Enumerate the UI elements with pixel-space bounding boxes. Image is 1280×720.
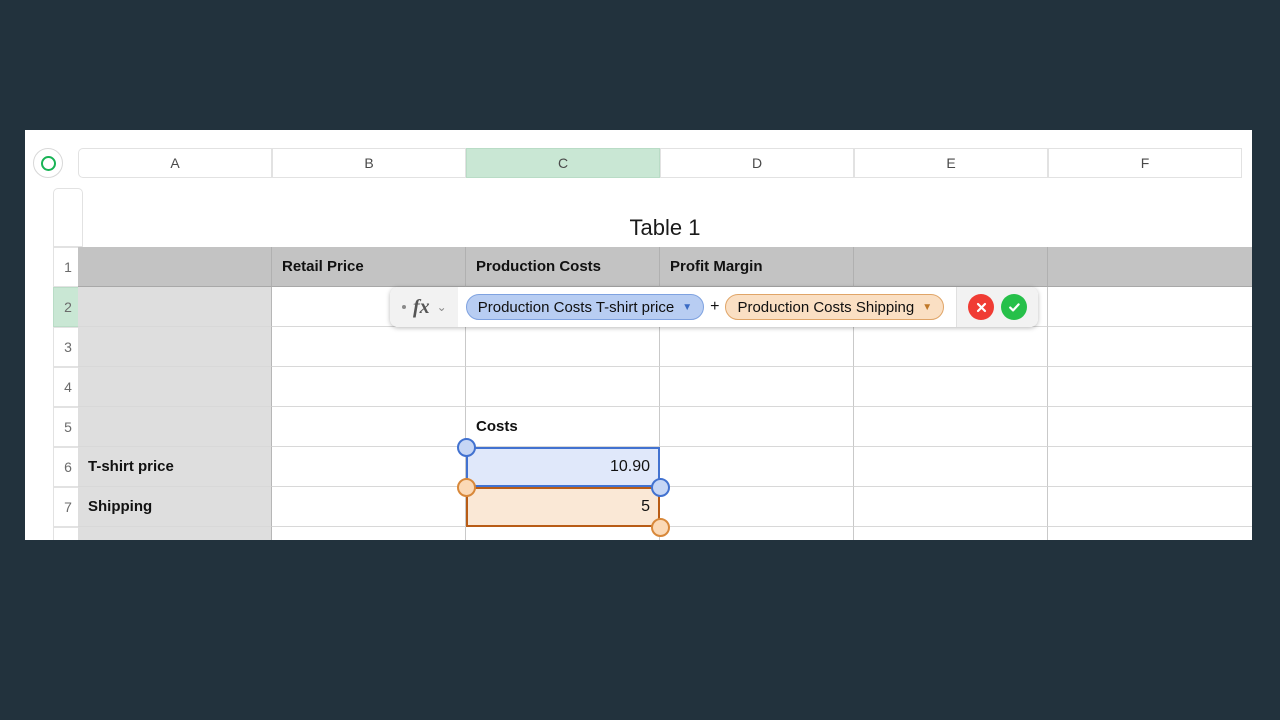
cell-e1[interactable]: [854, 247, 1048, 287]
cell-b8[interactable]: [272, 527, 466, 540]
cell-b7[interactable]: [272, 487, 466, 527]
chevron-down-icon[interactable]: ▼: [682, 302, 692, 313]
formula-token-2[interactable]: Production Costs Shipping ▼: [725, 294, 945, 320]
cell-a6[interactable]: T-shirt price: [78, 447, 272, 487]
cell-f2[interactable]: [1048, 287, 1252, 327]
cell-e5[interactable]: [854, 407, 1048, 447]
formula-confirm-group: [956, 287, 1039, 327]
cell-b1[interactable]: Retail Price: [272, 247, 466, 287]
cell-e7[interactable]: [854, 487, 1048, 527]
table-title: Table 1: [629, 214, 701, 240]
cell-c7[interactable]: [466, 487, 660, 527]
cell-d4[interactable]: [660, 367, 854, 407]
column-header-c[interactable]: C: [466, 148, 660, 178]
cell-e3[interactable]: [854, 327, 1048, 367]
circle-outline-icon: [40, 155, 56, 171]
row-header-6-label: 6: [64, 459, 72, 475]
column-header-d-label: D: [751, 155, 763, 171]
cell-d1[interactable]: Profit Margin: [660, 247, 854, 287]
formula-token-1-label: Production Costs T-shirt price: [477, 298, 675, 316]
close-icon: [976, 302, 986, 312]
row-header-2-label: 2: [64, 299, 72, 315]
cell-f8[interactable]: [1048, 527, 1252, 540]
row-header-1-label: 1: [64, 259, 72, 275]
chevron-down-icon[interactable]: ⌄: [437, 300, 447, 314]
formula-editor[interactable]: fx ⌄ Production Costs T-shirt price ▼ + …: [390, 287, 1039, 327]
range-handle-orange-topleft[interactable]: [457, 478, 476, 497]
cell-b3[interactable]: [272, 327, 466, 367]
column-header-f[interactable]: F: [1048, 148, 1242, 178]
spreadsheet-window: A B C D E F 1 2 3 4 5 6 7 Table 1 Retail…: [25, 130, 1252, 540]
column-header-a-label: A: [170, 155, 180, 171]
formula-operator: +: [710, 298, 720, 315]
select-all-corner-button[interactable]: [33, 148, 63, 178]
formula-function-group[interactable]: fx ⌄: [390, 287, 458, 327]
cell-f1[interactable]: [1048, 247, 1252, 287]
cell-f6[interactable]: [1048, 447, 1252, 487]
column-header-e[interactable]: E: [854, 148, 1048, 178]
fx-icon: fx: [413, 295, 430, 318]
row-header-5-label: 5: [64, 419, 72, 435]
range-handle-orange-bottomright[interactable]: [651, 518, 670, 537]
cell-b6[interactable]: [272, 447, 466, 487]
cell-a5[interactable]: [78, 407, 272, 447]
row-header-7-label: 7: [64, 499, 72, 515]
cell-d5[interactable]: [660, 407, 854, 447]
row-header-4-label: 4: [64, 379, 72, 395]
cell-d7[interactable]: [660, 487, 854, 527]
cell-a1[interactable]: [78, 247, 272, 287]
cell-a8[interactable]: [78, 527, 272, 540]
cell-d8[interactable]: [660, 527, 854, 540]
cell-c1[interactable]: Production Costs: [466, 247, 660, 287]
checkmark-icon: [1008, 302, 1020, 311]
cell-e4[interactable]: [854, 367, 1048, 407]
cell-b5[interactable]: [272, 407, 466, 447]
cell-c4[interactable]: [466, 367, 660, 407]
column-header-strip: A B C D E F: [25, 148, 1252, 178]
column-header-f-label: F: [1140, 155, 1150, 171]
cell-e6[interactable]: [854, 447, 1048, 487]
column-header-e-label: E: [946, 155, 956, 171]
cell-f4[interactable]: [1048, 367, 1252, 407]
formula-token-2-label: Production Costs Shipping: [737, 298, 915, 316]
cell-d6[interactable]: [660, 447, 854, 487]
cell-a7[interactable]: Shipping: [78, 487, 272, 527]
cell-f3[interactable]: [1048, 327, 1252, 367]
cell-c8[interactable]: [466, 527, 660, 540]
range-handle-blue-topleft[interactable]: [457, 438, 476, 457]
column-header-c-label: C: [557, 155, 569, 171]
column-header-a[interactable]: A: [78, 148, 272, 178]
cell-a4[interactable]: [78, 367, 272, 407]
chevron-down-icon[interactable]: ▼: [922, 302, 932, 313]
cell-e8[interactable]: [854, 527, 1048, 540]
column-header-d[interactable]: D: [660, 148, 854, 178]
cell-d3[interactable]: [660, 327, 854, 367]
cell-a3[interactable]: [78, 327, 272, 367]
range-handle-blue-bottomright[interactable]: [651, 478, 670, 497]
cell-c5[interactable]: Costs: [466, 407, 660, 447]
cell-c3[interactable]: [466, 327, 660, 367]
cancel-formula-button[interactable]: [968, 294, 995, 320]
cell-a2[interactable]: [78, 287, 272, 327]
row-header-3-label: 3: [64, 339, 72, 355]
column-header-b[interactable]: B: [272, 148, 466, 178]
accept-formula-button[interactable]: [1001, 294, 1028, 320]
cell-b4[interactable]: [272, 367, 466, 407]
cell-f7[interactable]: [1048, 487, 1252, 527]
cell-f5[interactable]: [1048, 407, 1252, 447]
cell-c6[interactable]: [466, 447, 660, 487]
formula-token-1[interactable]: Production Costs T-shirt price ▼: [465, 294, 705, 320]
formula-input-field[interactable]: Production Costs T-shirt price ▼ + Produ…: [457, 287, 957, 327]
bullet-icon: [402, 305, 406, 309]
column-header-b-label: B: [364, 155, 374, 171]
